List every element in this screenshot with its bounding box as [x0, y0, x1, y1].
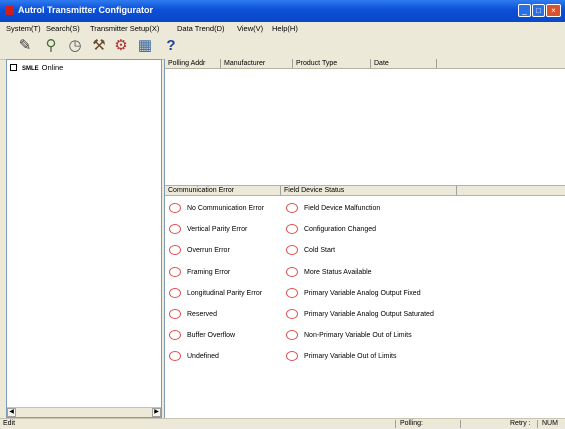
status-header: Communication Error Field Device Status [165, 185, 565, 196]
field-status-row: Primary Variable Out of Limits [286, 351, 396, 361]
status-bar: Edit Polling: Retry : NUM [0, 418, 565, 429]
status-indicator-icon [169, 267, 181, 277]
col-polling-addr[interactable]: Polling Addr [165, 59, 221, 68]
query-icon[interactable]: ? [162, 37, 180, 55]
header-communication-error: Communication Error [165, 186, 281, 195]
menu-bar: System(T) Search(S) Transmitter Setup(X)… [0, 22, 565, 35]
col-manufacturer[interactable]: Manufacturer [221, 59, 293, 68]
scroll-left-icon[interactable]: ◀ [7, 408, 16, 417]
comm-status-row: Vertical Parity Error [169, 224, 247, 234]
app-icon [5, 6, 14, 15]
probe-icon[interactable]: ⚲ [42, 37, 60, 55]
menu-search[interactable]: Search(S) [46, 24, 80, 33]
status-indicator-icon [169, 224, 181, 234]
status-indicator-icon [286, 203, 298, 213]
status-indicator-icon [169, 203, 181, 213]
status-indicator-icon [286, 351, 298, 361]
menu-system[interactable]: System(T) [6, 24, 41, 33]
comm-status-row: Longitudinal Parity Error [169, 288, 262, 298]
clock-icon[interactable]: ◷ [66, 37, 84, 55]
maximize-button[interactable]: □ [532, 4, 545, 17]
comm-status-row: Framing Error [169, 267, 230, 277]
menu-help[interactable]: Help(H) [272, 24, 298, 33]
status-indicator-icon [286, 267, 298, 277]
header-field-device-status: Field Device Status [281, 186, 457, 195]
status-indicator-icon [169, 288, 181, 298]
tree-item-label: Online [41, 63, 64, 72]
menu-data-trend[interactable]: Data Trend(D) [177, 24, 225, 33]
menu-view[interactable]: View(V) [237, 24, 263, 33]
status-indicator-icon [169, 309, 181, 319]
status-num: NUM [542, 420, 558, 427]
field-status-row: Primary Variable Analog Output Saturated [286, 309, 434, 319]
comm-status-row: Undefined [169, 351, 219, 361]
comm-status-row: Buffer Overflow [169, 330, 235, 340]
status-divider [395, 420, 396, 428]
toolbar: ✎ ⚲ ◷ ⚒ ⚙ ▦ ? [0, 35, 565, 60]
field-status-row: Configuration Changed [286, 224, 376, 234]
close-button[interactable]: × [546, 4, 561, 17]
horizontal-scrollbar[interactable]: ◀ ▶ [7, 407, 161, 417]
status-indicator-icon [286, 330, 298, 340]
comm-status-row: Reserved [169, 309, 217, 319]
status-indicator-icon [286, 288, 298, 298]
comm-status-row: Overrun Error [169, 245, 230, 255]
menu-transmitter-setup[interactable]: Transmitter Setup(X) [90, 24, 159, 33]
field-status-row: More Status Available [286, 267, 372, 277]
status-mode: Edit [3, 420, 16, 427]
main-panel: Polling Addr Manufacturer Product Type D… [164, 59, 565, 418]
chart-icon[interactable]: ▦ [136, 37, 154, 55]
status-indicator-icon [169, 330, 181, 340]
wrench-icon[interactable]: ⚙ [112, 37, 130, 55]
minimize-button[interactable]: _ [518, 4, 531, 17]
tree-item-online[interactable]: SMLE Online [10, 63, 63, 72]
status-indicator-icon [286, 245, 298, 255]
col-product-type[interactable]: Product Type [293, 59, 371, 68]
device-tree-panel: SMLE Online ◀ ▶ [6, 59, 162, 418]
field-status-row: Primary Variable Analog Output Fixed [286, 288, 421, 298]
status-indicator-icon [286, 309, 298, 319]
status-divider [460, 420, 461, 428]
status-indicator-icon [169, 245, 181, 255]
field-status-row: Cold Start [286, 245, 335, 255]
col-date[interactable]: Date [371, 59, 437, 68]
title-bar: Autrol Transmitter Configurator _ □ × [0, 0, 565, 22]
status-polling: Polling: [400, 420, 423, 427]
status-indicator-icon [169, 351, 181, 361]
tree-checkbox[interactable] [10, 64, 17, 71]
device-list-header: Polling Addr Manufacturer Product Type D… [165, 59, 565, 69]
window-title: Autrol Transmitter Configurator [18, 5, 154, 15]
field-status-row: Field Device Malfunction [286, 203, 380, 213]
comm-status-row: No Communication Error [169, 203, 264, 213]
field-status-row: Non-Primary Variable Out of Limits [286, 330, 412, 340]
pencil-icon[interactable]: ✎ [16, 37, 34, 55]
status-retry: Retry : [510, 420, 531, 427]
transmitter-icon[interactable]: ⚒ [90, 37, 108, 55]
tree-badge: SMLE [22, 66, 39, 72]
status-divider [537, 420, 538, 428]
scroll-right-icon[interactable]: ▶ [152, 408, 161, 417]
status-indicator-icon [286, 224, 298, 234]
